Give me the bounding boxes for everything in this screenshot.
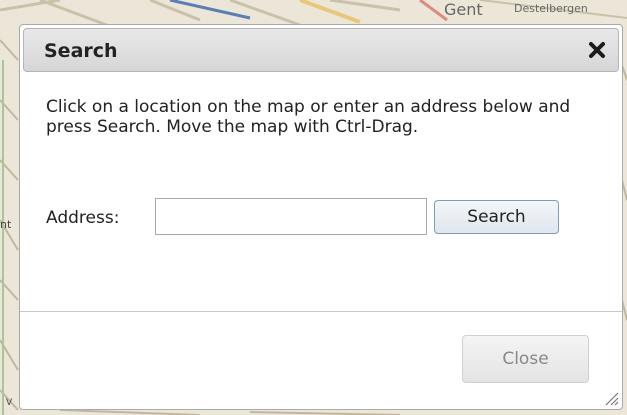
search-dialog: Search Click on a location on the map or… (19, 24, 623, 410)
close-button[interactable]: Close (462, 335, 589, 383)
dialog-titlebar[interactable]: Search (23, 28, 619, 72)
address-input[interactable] (155, 198, 427, 235)
address-label: Address: (46, 208, 120, 228)
resize-handle-icon[interactable] (603, 390, 619, 406)
map-label-nt: nt (0, 218, 12, 231)
close-x-icon[interactable] (586, 39, 608, 61)
dialog-content: Click on a location on the map or enter … (46, 97, 602, 137)
search-button[interactable]: Search (434, 200, 559, 234)
map-label-gent: Gent (444, 0, 483, 19)
map-label-v: V (6, 398, 13, 408)
map-label-destelbergen: Destelbergen (514, 2, 588, 15)
dialog-instructions: Click on a location on the map or enter … (46, 97, 571, 137)
dialog-divider (20, 311, 622, 312)
dialog-title: Search (44, 40, 118, 62)
